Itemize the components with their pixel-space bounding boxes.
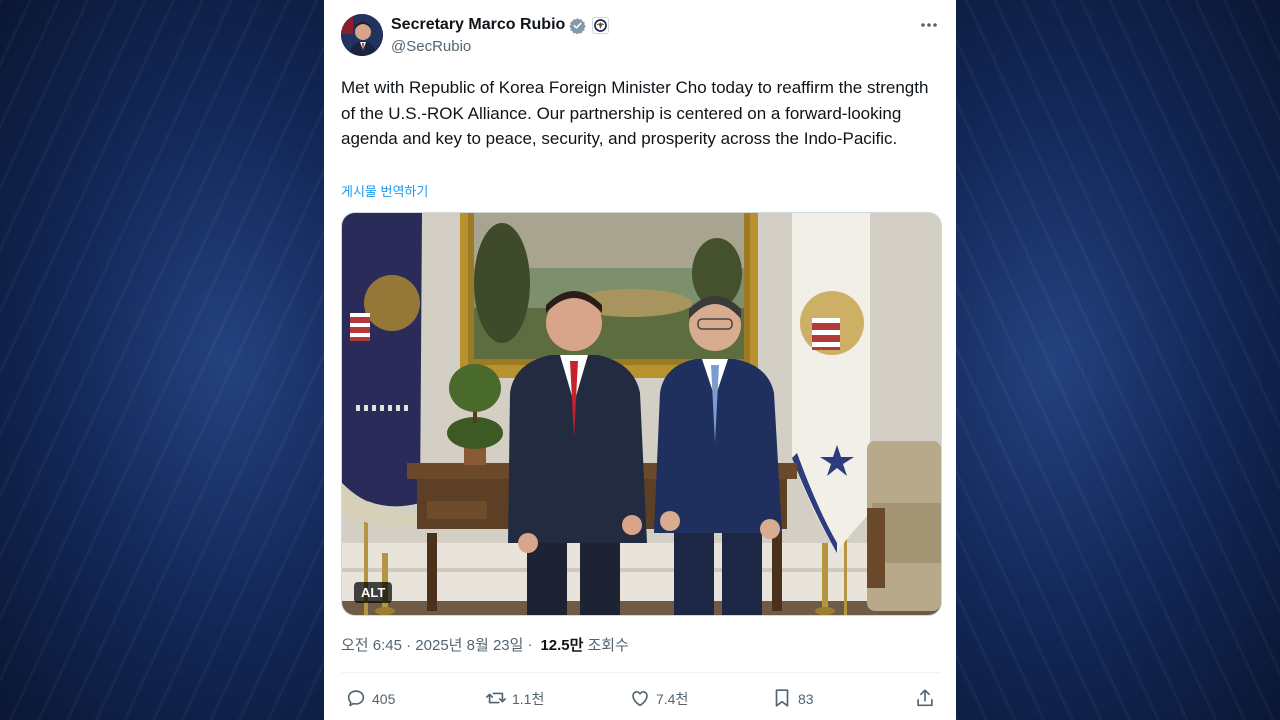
background-left: [0, 0, 324, 720]
timestamp[interactable]: 오전 6:45 · 2025년 8월 23일: [341, 634, 523, 655]
repost-count: 1.1천: [512, 691, 545, 707]
reply-icon: [345, 687, 367, 712]
divider: [341, 672, 940, 673]
bookmark-button[interactable]: 83: [771, 686, 814, 712]
like-button[interactable]: 7.4천: [629, 686, 688, 712]
tweet-text: Met with Republic of Korea Foreign Minis…: [341, 78, 929, 148]
views-label: 조회수: [587, 637, 629, 654]
meta-separator: ·: [527, 636, 533, 653]
repost-icon: [485, 687, 507, 712]
translate-link[interactable]: 게시물 번역하기: [341, 181, 428, 200]
repost-button[interactable]: 1.1천: [485, 686, 544, 712]
state-seal-icon[interactable]: [592, 16, 610, 34]
share-button[interactable]: [914, 686, 936, 712]
tweet-card: Secretary Marco Rubio @SecRubio Met with…: [324, 0, 956, 720]
like-icon: [629, 687, 651, 712]
reply-count: 405: [372, 691, 396, 707]
tweet-meta: 오전 6:45 · 2025년 8월 23일 · 12.5만 조회수: [341, 634, 629, 655]
reply-button[interactable]: 405: [345, 686, 395, 712]
author-name[interactable]: Secretary Marco Rubio: [391, 16, 565, 34]
author-handle[interactable]: @SecRubio: [391, 38, 471, 55]
bookmark-count: 83: [798, 691, 814, 707]
alt-badge[interactable]: ALT: [354, 582, 393, 603]
views-count: 12.5만: [540, 637, 584, 654]
action-bar: 405 1.1천 7.4천 83: [341, 686, 940, 712]
background-right: [956, 0, 1280, 720]
bookmark-icon: [771, 687, 793, 712]
tweet-photo[interactable]: ALT: [341, 212, 942, 616]
verified-badge-icon: [569, 17, 586, 34]
avatar[interactable]: [341, 14, 383, 56]
more-icon[interactable]: [916, 12, 942, 38]
author-name-row[interactable]: Secretary Marco Rubio: [391, 16, 610, 34]
share-icon: [914, 687, 936, 712]
like-count: 7.4천: [656, 691, 689, 707]
